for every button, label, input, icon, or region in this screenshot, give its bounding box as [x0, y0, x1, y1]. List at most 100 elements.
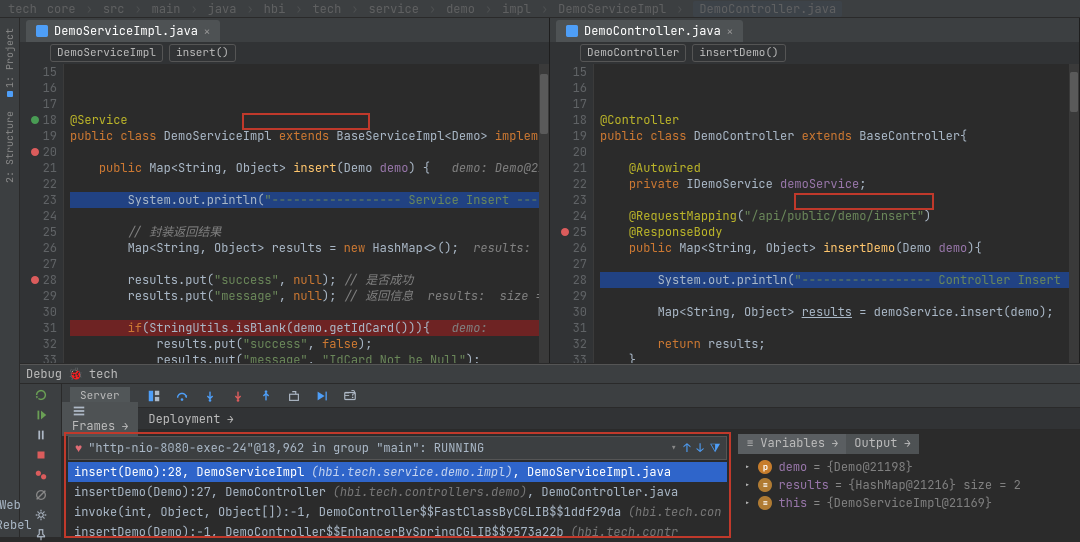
crumb-segment[interactable]: java	[208, 1, 237, 17]
next-frame-icon[interactable]: ↓	[697, 440, 704, 456]
code-line[interactable]	[70, 256, 549, 272]
gutter-line[interactable]: 33	[550, 352, 587, 363]
code-line[interactable]: return results;	[600, 336, 1079, 352]
gutter-line[interactable]: 18	[550, 112, 587, 128]
crumb-segment[interactable]: core	[47, 1, 76, 17]
close-icon[interactable]: ✕	[727, 25, 733, 38]
gutter-line[interactable]: 31	[20, 320, 57, 336]
gutter-line[interactable]: 21	[20, 160, 57, 176]
gutter-line[interactable]: 27	[550, 256, 587, 272]
breadcrumb-method[interactable]: insertDemo()	[692, 44, 785, 62]
code-line[interactable]	[70, 144, 549, 160]
code-line[interactable]	[70, 208, 549, 224]
stack-frame[interactable]: invoke(int, Object, Object[]):-1, DemoCo…	[68, 502, 727, 522]
code-line[interactable]: @Autowired	[600, 160, 1079, 176]
code-line[interactable]	[70, 176, 549, 192]
crumb-segment[interactable]: hbi	[264, 1, 286, 17]
gutter-line[interactable]: 28	[550, 272, 587, 288]
code-line[interactable]: // 封装返回结果	[70, 224, 549, 240]
gutter-line[interactable]: 31	[550, 320, 587, 336]
expand-icon[interactable]: ▸	[742, 478, 752, 492]
gutter-line[interactable]: 18	[20, 112, 57, 128]
crumb-segment[interactable]: demo	[446, 1, 475, 17]
code-line[interactable]: public class DemoController extends Base…	[600, 128, 1079, 144]
gutter-line[interactable]: 23	[550, 192, 587, 208]
code-line[interactable]	[600, 320, 1079, 336]
variable-row[interactable]: ▸≡this={DemoServiceImpl@21169}	[738, 494, 1076, 512]
gutter-line[interactable]: 19	[20, 128, 57, 144]
force-step-into-button[interactable]	[228, 386, 248, 406]
breakpoint-icon[interactable]	[561, 228, 569, 236]
code-line[interactable]: @Service	[70, 112, 549, 128]
code-line[interactable]: }	[600, 352, 1079, 363]
gutter-line[interactable]: 25	[20, 224, 57, 240]
code-line[interactable]: public Map<String, Object> insertDemo(De…	[600, 240, 1079, 256]
expand-icon[interactable]: ▸	[742, 460, 752, 474]
layout-button[interactable]	[144, 386, 164, 406]
scrollbar[interactable]	[1069, 64, 1079, 363]
code-line[interactable]	[600, 144, 1079, 160]
code-line[interactable]: @Controller	[600, 112, 1079, 128]
structure-tool-tab[interactable]: 2: Structure	[3, 107, 16, 187]
gutter-line[interactable]: 15	[20, 64, 57, 80]
stack-frame[interactable]: insert(Demo):28, DemoServiceImpl (hbi.te…	[68, 462, 727, 482]
stop-button[interactable]	[31, 448, 51, 462]
code-line[interactable]: System.out.println("------------------ S…	[70, 192, 549, 208]
web-tool-tab[interactable]: Web	[0, 497, 21, 513]
settings-button[interactable]	[31, 508, 51, 522]
gutter-line[interactable]: 15	[550, 64, 587, 80]
file-tab[interactable]: DemoController.java ✕	[556, 20, 743, 42]
gutter-line[interactable]: 17	[20, 96, 57, 112]
code-line[interactable]: public Map<String, Object> insert(Demo d…	[70, 160, 549, 176]
code-line[interactable]: results.put("success", false);	[70, 336, 549, 352]
code-line[interactable]: public class DemoServiceImpl extends Bas…	[70, 128, 549, 144]
file-tab[interactable]: DemoServiceImpl.java ✕	[26, 20, 220, 42]
chevron-down-icon[interactable]: ▾	[670, 440, 677, 456]
gutter-line[interactable]: 22	[550, 176, 587, 192]
jrebel-tool-tab[interactable]: JRebel	[0, 517, 32, 533]
code-line[interactable]: results.put("message", null); // 返回信息 re…	[70, 288, 549, 304]
gutter-line[interactable]: 28	[20, 272, 57, 288]
run-marker-icon[interactable]	[31, 116, 39, 124]
crumb-segment[interactable]: src	[103, 1, 125, 17]
crumb-segment[interactable]: service	[369, 1, 419, 17]
code-line[interactable]: System.out.println("------------------ C…	[600, 272, 1079, 288]
step-into-button[interactable]	[200, 386, 220, 406]
scrollbar[interactable]	[539, 64, 549, 363]
stack-frame[interactable]: insertDemo(Demo):-1, DemoController$$Enh…	[68, 522, 727, 542]
gutter-line[interactable]: 20	[550, 144, 587, 160]
step-out-button[interactable]	[256, 386, 276, 406]
breadcrumb-method[interactable]: insert()	[169, 44, 236, 62]
filter-icon[interactable]: ⧩	[710, 440, 721, 456]
rerun-button[interactable]	[31, 388, 51, 402]
expand-icon[interactable]: ▸	[742, 496, 752, 510]
variable-row[interactable]: ▸≡results={HashMap@21216} size = 2	[738, 476, 1076, 494]
gutter-line[interactable]: 20	[20, 144, 57, 160]
close-icon[interactable]: ✕	[204, 25, 210, 38]
code-line[interactable]: private IDemoService demoService;	[600, 176, 1079, 192]
code-editor-left[interactable]: 1516171819202122232425262728293031323334…	[20, 64, 549, 363]
mute-button[interactable]	[31, 488, 51, 502]
gutter-line[interactable]: 32	[20, 336, 57, 352]
variables-tab[interactable]: ≡ Variables →	[738, 434, 846, 454]
gutter-line[interactable]: 17	[550, 96, 587, 112]
gutter-line[interactable]: 33	[20, 352, 57, 363]
gutter-line[interactable]: 29	[20, 288, 57, 304]
crumb-segment[interactable]: DemoServiceImpl	[558, 1, 666, 17]
output-tab[interactable]: Output →	[846, 434, 918, 454]
gutter-line[interactable]: 26	[550, 240, 587, 256]
pause-button[interactable]	[31, 428, 51, 442]
deployment-tab[interactable]: Deployment →	[138, 409, 243, 429]
breakpoints-button[interactable]	[31, 468, 51, 482]
code-line[interactable]	[600, 192, 1079, 208]
gutter-line[interactable]: 32	[550, 336, 587, 352]
code-editor-right[interactable]: 1516171819202122232425262728293031323334…	[550, 64, 1079, 363]
code-line[interactable]: if(StringUtils.isBlank(demo.getIdCard())…	[70, 320, 549, 336]
gutter-line[interactable]: 25	[550, 224, 587, 240]
gutter-line[interactable]: 24	[20, 208, 57, 224]
gutter-line[interactable]: 27	[20, 256, 57, 272]
stack-frame[interactable]: insertDemo(Demo):27, DemoController (hbi…	[68, 482, 727, 502]
evaluate-button[interactable]: =?	[340, 386, 360, 406]
code-line[interactable]: @ResponseBody	[600, 224, 1079, 240]
code-line[interactable]	[600, 288, 1079, 304]
